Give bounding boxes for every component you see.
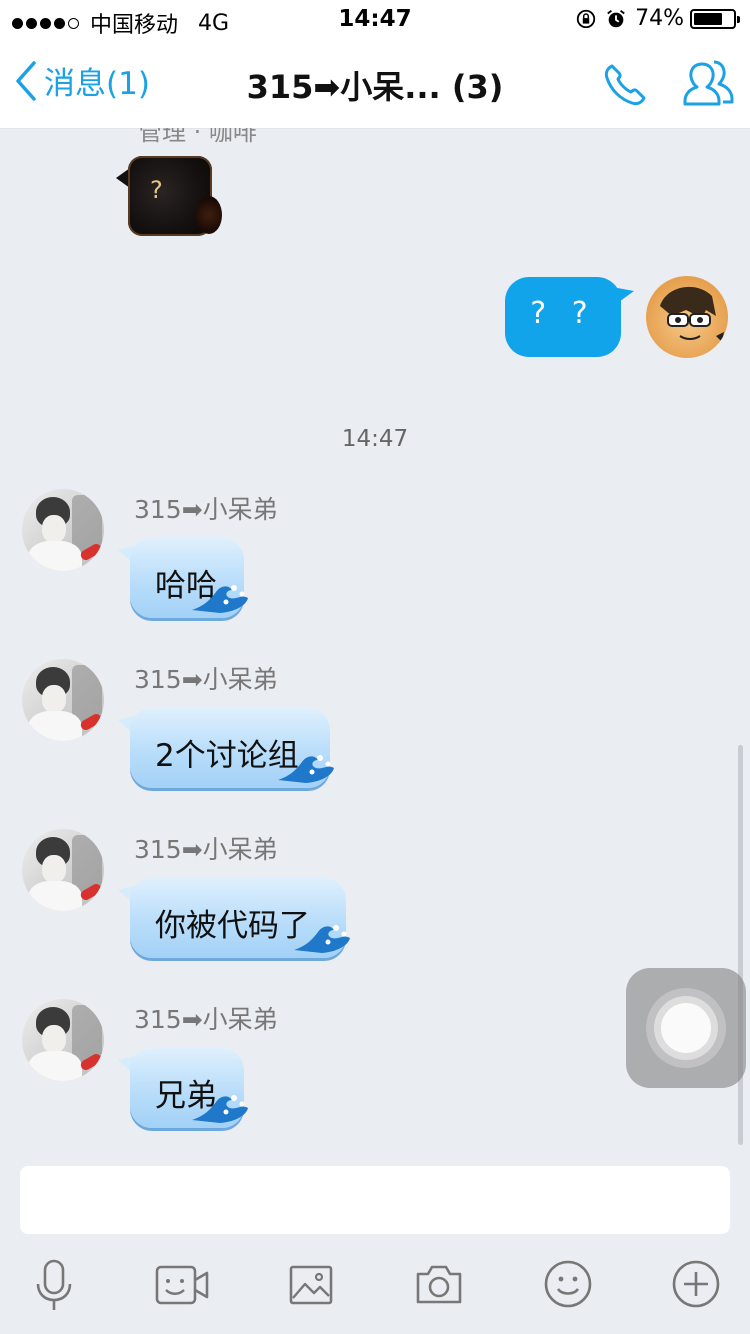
scrollbar[interactable] — [738, 745, 743, 1145]
message-text: 你被代码了 — [155, 908, 310, 944]
assistive-touch-button[interactable] — [626, 968, 746, 1088]
message-input[interactable] — [20, 1166, 730, 1234]
group-members-icon[interactable] — [680, 56, 738, 112]
sender-name: 315➡小呆弟 — [134, 1005, 278, 1034]
orientation-lock-icon — [576, 9, 596, 28]
chevron-left-icon — [16, 60, 36, 101]
nav-bar: 消息(1) 315➡小呆... (3) — [0, 40, 750, 129]
battery-percent: 74% — [635, 6, 684, 31]
sender-avatar[interactable] — [22, 829, 104, 911]
alarm-icon — [607, 9, 625, 27]
status-right: 74% — [575, 6, 740, 31]
battery-icon — [690, 8, 740, 29]
chat-title: 315➡小呆... (3) — [246, 68, 504, 106]
back-label: 消息(1) — [44, 66, 150, 102]
sender-avatar[interactable] — [22, 489, 104, 571]
cartoon-face-icon — [660, 286, 724, 342]
sender-name: 315➡小呆弟 — [134, 835, 278, 864]
camera-icon[interactable] — [414, 1262, 464, 1306]
emoji-icon[interactable] — [543, 1259, 593, 1309]
sender-name: 315➡小呆弟 — [134, 495, 278, 524]
wave-decoration-icon — [192, 585, 248, 613]
message-timestamp: 14:47 — [341, 426, 409, 452]
sender-avatar[interactable] — [22, 999, 104, 1081]
sticker-decoration — [196, 196, 222, 234]
video-icon[interactable] — [154, 1264, 210, 1306]
wave-decoration-icon — [192, 1095, 248, 1123]
my-message-text: ? ? — [530, 296, 596, 331]
sticker-question-mark: ? — [150, 176, 163, 204]
battery-fill — [694, 12, 722, 25]
status-bar: 中国移动 4G 14:47 74% — [0, 0, 750, 40]
wave-decoration-icon — [294, 925, 350, 953]
sender-name: 315➡小呆弟 — [134, 665, 278, 694]
microphone-icon[interactable] — [33, 1258, 75, 1314]
wave-decoration-icon — [278, 755, 334, 783]
phone-icon[interactable] — [600, 60, 650, 110]
back-button[interactable]: 消息(1) — [14, 58, 150, 103]
sender-avatar[interactable] — [22, 659, 104, 741]
plus-icon[interactable] — [671, 1259, 721, 1309]
my-avatar[interactable] — [646, 276, 728, 358]
image-icon[interactable] — [288, 1264, 334, 1306]
input-toolbar — [0, 1240, 750, 1334]
